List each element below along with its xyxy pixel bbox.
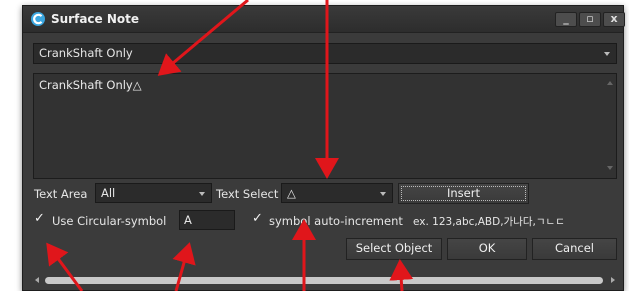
circular-symbol-value: A bbox=[184, 213, 192, 227]
scroll-down-icon[interactable] bbox=[607, 166, 613, 170]
cancel-label: Cancel bbox=[555, 241, 594, 255]
text-area-label: Text Area bbox=[34, 187, 88, 201]
scrollbar-thumb[interactable] bbox=[45, 277, 603, 284]
chevron-down-icon bbox=[380, 192, 386, 196]
select-object-button[interactable]: Select Object bbox=[346, 238, 442, 260]
vertical-scrollbar[interactable] bbox=[604, 74, 616, 178]
ok-label: OK bbox=[478, 241, 496, 255]
horizontal-scrollbar[interactable] bbox=[33, 274, 617, 287]
text-area-value: All bbox=[101, 186, 116, 200]
scroll-left-icon[interactable] bbox=[35, 277, 39, 283]
text-area-combo[interactable]: All bbox=[95, 183, 212, 203]
note-type-combo[interactable]: CrankShaft Only bbox=[33, 43, 617, 64]
minimize-icon: _ bbox=[563, 12, 569, 25]
scroll-right-icon[interactable] bbox=[611, 277, 615, 283]
select-object-label: Select Object bbox=[355, 241, 433, 255]
text-select-combo[interactable]: △ bbox=[281, 183, 393, 203]
use-circular-checkbox[interactable]: ✓ bbox=[34, 211, 45, 226]
maximize-button[interactable]: ▫ bbox=[579, 12, 601, 27]
window-title: Surface Note bbox=[51, 12, 140, 26]
circular-symbol-input[interactable]: A bbox=[179, 210, 235, 230]
chevron-down-icon bbox=[604, 52, 610, 56]
minimize-button[interactable]: _ bbox=[555, 12, 577, 27]
chevron-down-icon bbox=[199, 192, 205, 196]
text-select-label: Text Select bbox=[216, 187, 279, 201]
app-icon bbox=[31, 12, 45, 26]
close-icon: x bbox=[610, 12, 618, 25]
close-button[interactable]: x bbox=[603, 12, 625, 27]
insert-button[interactable]: Insert bbox=[398, 183, 529, 204]
auto-increment-example: ex. 123,abc,ABD,가나다,ㄱㄴㄷ bbox=[413, 216, 565, 228]
scroll-up-icon[interactable] bbox=[607, 81, 613, 85]
note-type-value: CrankShaft Only bbox=[39, 46, 133, 60]
note-text: CrankShaft Only△ bbox=[39, 78, 142, 92]
ok-button[interactable]: OK bbox=[447, 238, 527, 260]
cancel-button[interactable]: Cancel bbox=[532, 238, 617, 260]
auto-increment-checkbox[interactable]: ✓ bbox=[252, 211, 263, 226]
maximize-icon: ▫ bbox=[586, 12, 594, 25]
use-circular-label: Use Circular-symbol bbox=[52, 214, 167, 228]
auto-increment-label: symbol auto-increment bbox=[269, 214, 403, 228]
title-bar[interactable]: Surface Note _ ▫ x bbox=[23, 6, 625, 33]
note-text-area[interactable]: CrankShaft Only△ bbox=[33, 73, 617, 179]
text-select-value: △ bbox=[287, 186, 296, 200]
surface-note-dialog: Surface Note _ ▫ x CrankShaft Only Crank… bbox=[22, 5, 625, 291]
